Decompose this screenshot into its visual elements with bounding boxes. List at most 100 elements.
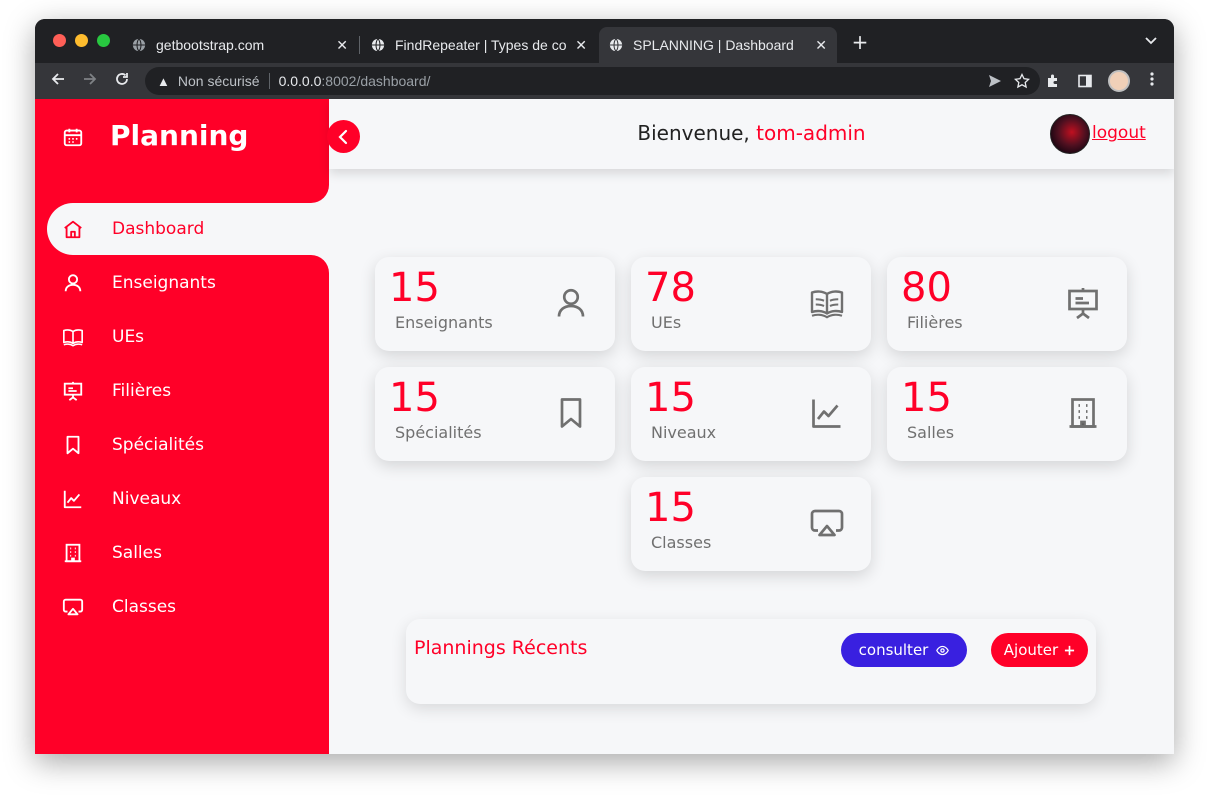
browser-window: getbootstrap.com ✕ FindRepeater | Types … [35, 19, 1174, 754]
stat-card-ues[interactable]: 78 UEs [631, 257, 871, 351]
reload-button[interactable] [112, 71, 132, 91]
stat-label: UEs [651, 313, 682, 332]
add-label: Ajouter [1003, 641, 1059, 659]
stat-card-classes[interactable]: 15 Classes [631, 477, 871, 571]
building-icon [64, 543, 82, 563]
sidebar-item-label: Spécialités [112, 435, 204, 455]
globe-icon [371, 38, 385, 52]
stat-card-specialites[interactable]: 15 Spécialités [375, 367, 615, 461]
sidebar-item-salles[interactable]: Salles [47, 527, 329, 579]
book-icon [63, 329, 83, 347]
eye-icon [936, 645, 950, 655]
bookmark-icon [66, 435, 80, 455]
browser-tab-1[interactable]: getbootstrap.com ✕ [122, 27, 358, 63]
page: Planning Dashboard Enseignants UEs Filiè… [35, 99, 1174, 754]
airplay-icon [810, 509, 844, 537]
profile-avatar[interactable] [1108, 70, 1130, 92]
recent-plannings-panel: Plannings Récents consulter Ajouter [406, 619, 1096, 704]
airplay-icon [62, 598, 84, 616]
security-label[interactable]: Non sécurisé [178, 73, 260, 89]
stat-card-filieres[interactable]: 80 Filières [887, 257, 1127, 351]
sidebar-item-classes[interactable]: Classes [47, 581, 329, 633]
avatar[interactable] [1050, 114, 1090, 154]
warning-icon[interactable]: ▲ [157, 74, 170, 89]
consult-label: consulter [858, 641, 929, 659]
forward-button[interactable] [80, 71, 100, 91]
sidebar-item-specialites[interactable]: Spécialités [47, 419, 329, 471]
stat-value: 15 [645, 375, 696, 421]
stat-label: Enseignants [395, 313, 493, 332]
welcome-text: Bienvenue, [637, 121, 750, 145]
building-icon [1069, 398, 1097, 428]
close-tab-icon[interactable]: ✕ [336, 37, 348, 54]
url-host: 0.0.0.0 [278, 73, 322, 89]
address-bar: ▲ Non sécurisé 0.0.0.0 :8002/dashboard/ [35, 63, 1174, 99]
sidebar-item-label: Filières [112, 381, 172, 401]
sidebar-item-label: Dashboard [112, 219, 205, 239]
sidebar-item-enseignants[interactable]: Enseignants [47, 257, 329, 309]
kebab-menu-icon [1150, 72, 1154, 86]
recent-plannings-title: Plannings Récents [414, 637, 588, 659]
browser-menu-button[interactable] [1142, 71, 1162, 91]
tab-search-button[interactable] [1141, 32, 1161, 52]
star-icon[interactable] [1014, 73, 1030, 89]
close-tab-icon[interactable]: ✕ [575, 37, 587, 54]
url-field[interactable]: ▲ Non sécurisé 0.0.0.0 :8002/dashboard/ [145, 67, 1040, 95]
browser-tab-2[interactable]: FindRepeater | Types de co ✕ [361, 27, 597, 63]
sidebar-item-label: Enseignants [112, 273, 216, 293]
presentation-icon [1068, 288, 1098, 320]
stat-card-salles[interactable]: 15 Salles [887, 367, 1127, 461]
chart-line-icon [63, 490, 82, 509]
stat-value: 15 [389, 375, 440, 421]
tab-title: SPLANNING | Dashboard [633, 37, 794, 53]
stat-label: Filières [907, 313, 963, 332]
divider [268, 73, 270, 89]
reload-icon [116, 73, 128, 85]
presentation-icon [63, 381, 83, 401]
stat-card-niveaux[interactable]: 15 Niveaux [631, 367, 871, 461]
minimize-window-button[interactable] [75, 34, 88, 47]
stat-label: Niveaux [651, 423, 717, 442]
username: tom-admin [756, 121, 866, 145]
sidebar-item-dashboard[interactable]: Dashboard [47, 203, 329, 255]
logout-link[interactable]: logout [1092, 123, 1146, 143]
stat-label: Salles [907, 423, 955, 442]
user-icon [557, 288, 585, 317]
stat-value: 15 [389, 265, 440, 311]
globe-icon [609, 38, 623, 52]
chart-line-icon [812, 399, 841, 428]
tab-title: FindRepeater | Types de co [395, 37, 567, 53]
back-button[interactable] [48, 71, 68, 91]
arrow-right-icon [84, 73, 97, 85]
extensions-icon[interactable] [1045, 73, 1061, 89]
stat-label: Classes [651, 533, 712, 552]
sidebar: Planning Dashboard Enseignants UEs Filiè… [35, 99, 329, 754]
top-header: Bienvenue, tom-admin logout [327, 99, 1174, 169]
stat-card-enseignants[interactable]: 15 Enseignants [375, 257, 615, 351]
maximize-window-button[interactable] [97, 34, 110, 47]
side-panel-icon[interactable] [1077, 73, 1093, 89]
consult-button[interactable]: consulter [841, 633, 967, 667]
sidebar-item-niveaux[interactable]: Niveaux [47, 473, 329, 525]
bookmark-icon [560, 398, 582, 428]
brand-title: Planning [110, 119, 249, 152]
stat-label: Spécialités [395, 423, 482, 442]
url-path: :8002/dashboard/ [321, 73, 431, 89]
sidebar-item-label: Salles [112, 543, 162, 563]
chevron-down-icon [1145, 37, 1157, 45]
tab-title: getbootstrap.com [156, 37, 265, 53]
arrow-left-icon [51, 73, 64, 85]
stat-value: 80 [901, 265, 952, 311]
tab-bar: getbootstrap.com ✕ FindRepeater | Types … [35, 19, 1174, 63]
active-tab-curve [309, 183, 329, 203]
close-window-button[interactable] [53, 34, 66, 47]
sidebar-item-filieres[interactable]: Filières [47, 365, 329, 417]
send-icon[interactable] [988, 74, 1002, 88]
add-planning-button[interactable]: Ajouter [991, 633, 1088, 667]
globe-icon [132, 38, 146, 52]
plus-icon [1065, 645, 1075, 655]
new-tab-button[interactable]: + [850, 32, 870, 52]
browser-tab-active[interactable]: SPLANNING | Dashboard ✕ [599, 27, 837, 63]
sidebar-item-ues[interactable]: UEs [47, 311, 329, 363]
close-tab-icon[interactable]: ✕ [815, 37, 827, 54]
